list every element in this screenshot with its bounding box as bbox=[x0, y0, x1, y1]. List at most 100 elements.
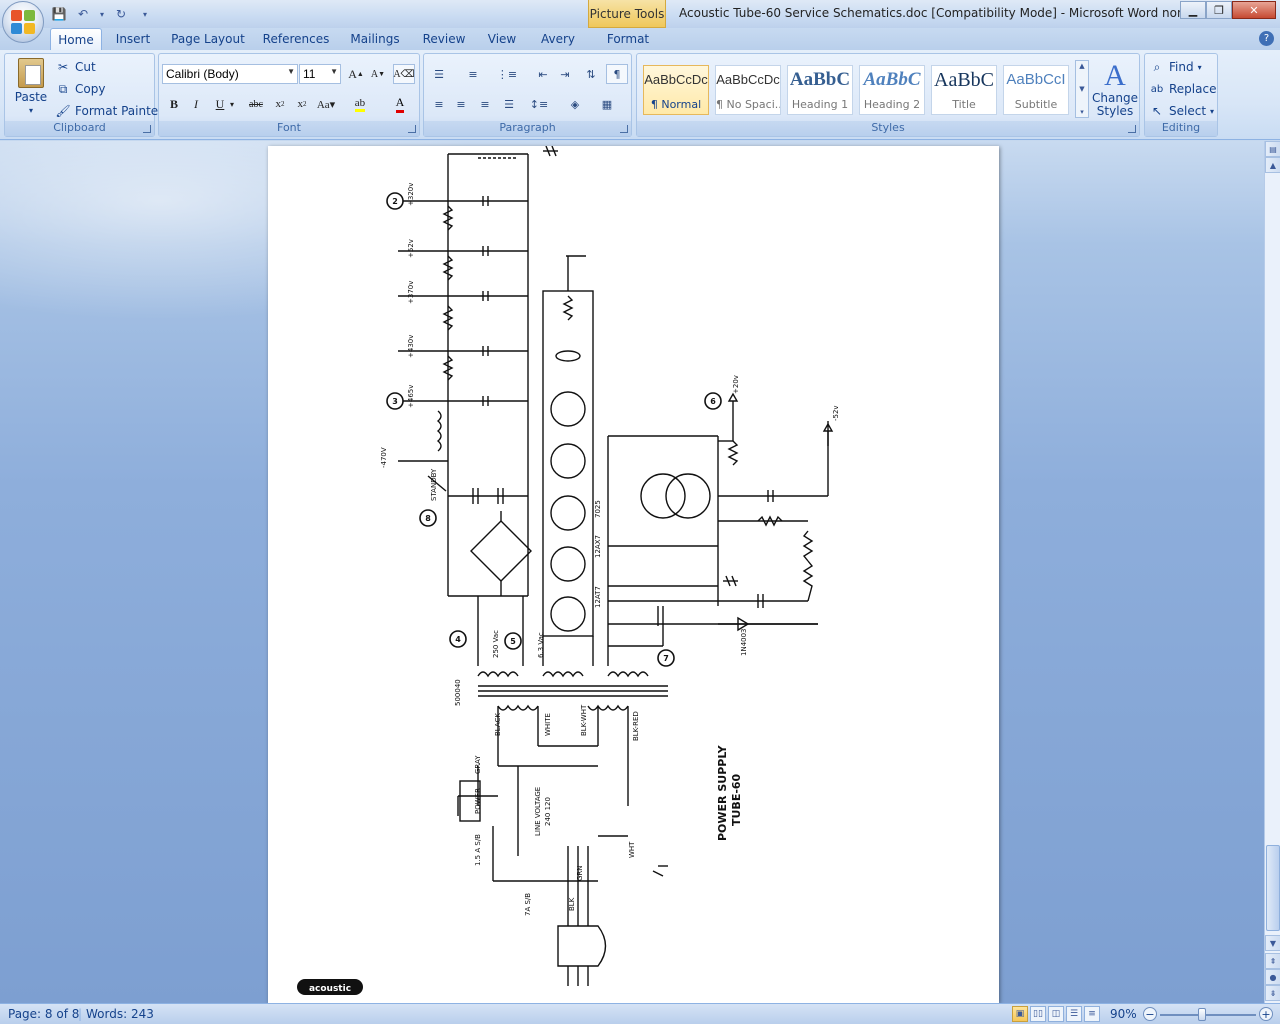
label-line-voltage: LINE VOLTAGE bbox=[534, 787, 542, 836]
line-spacing-button[interactable]: ↕≡ bbox=[528, 94, 550, 114]
align-right-button[interactable]: ≡ bbox=[474, 94, 496, 114]
style-title[interactable]: AaBbC Title bbox=[931, 65, 997, 115]
page-indicator[interactable]: Page: 8 of 8 bbox=[8, 1007, 79, 1021]
full-screen-reading-icon[interactable]: ▯▯ bbox=[1030, 1006, 1046, 1022]
shrink-font-button[interactable]: A ▼ bbox=[367, 64, 389, 84]
tab-mailings[interactable]: Mailings bbox=[344, 28, 406, 50]
numbering-button[interactable]: ≡ bbox=[462, 64, 484, 84]
outline-view-icon[interactable]: ☰ bbox=[1066, 1006, 1082, 1022]
browse-object-icon[interactable]: ● bbox=[1265, 969, 1280, 985]
style-subtitle[interactable]: AaBbCcI Subtitle bbox=[1003, 65, 1069, 115]
tab-home[interactable]: Home bbox=[50, 28, 102, 50]
borders-button[interactable]: ▦ bbox=[596, 94, 618, 114]
grow-font-button[interactable]: A ▲ bbox=[345, 64, 367, 84]
zoom-level[interactable]: 90% bbox=[1110, 1007, 1137, 1021]
draft-view-icon[interactable]: ≡ bbox=[1084, 1006, 1100, 1022]
tab-insert[interactable]: Insert bbox=[108, 28, 158, 50]
tab-avery[interactable]: Avery bbox=[534, 28, 582, 50]
bold-button[interactable]: B bbox=[163, 94, 185, 114]
copy-icon: ⧉ bbox=[58, 81, 68, 96]
justify-button[interactable]: ☰ bbox=[498, 94, 520, 114]
style-sample: AaBbC bbox=[789, 69, 851, 90]
status-bar: Page: 8 of 8 | Words: 243 ▣ ▯▯ ◫ ☰ ≡ 90%… bbox=[0, 1003, 1280, 1024]
clipboard-launcher-icon[interactable] bbox=[143, 125, 151, 133]
save-icon[interactable]: 💾 bbox=[50, 5, 68, 23]
zoom-out-icon[interactable]: − bbox=[1143, 1007, 1157, 1021]
subscript-button[interactable]: x2 bbox=[269, 94, 291, 114]
label-gray: GRAY bbox=[474, 755, 482, 774]
tab-review[interactable]: Review bbox=[416, 28, 472, 50]
label-tube-7025: 7025 bbox=[594, 500, 602, 518]
help-icon[interactable]: ? bbox=[1259, 31, 1274, 46]
style-heading-1[interactable]: AaBbC Heading 1 bbox=[787, 65, 853, 115]
find-button[interactable]: ⌕ Find ▾ bbox=[1149, 59, 1202, 75]
zoom-in-icon[interactable]: + bbox=[1259, 1007, 1273, 1021]
paste-button[interactable]: Paste ▾ bbox=[11, 58, 51, 120]
replace-button[interactable]: ab Replace bbox=[1149, 81, 1217, 97]
clear-formatting-button[interactable]: A⌫ bbox=[393, 64, 415, 84]
undo-icon[interactable]: ↶ bbox=[74, 5, 92, 23]
align-left-button[interactable]: ≡ bbox=[428, 94, 450, 114]
align-center-button[interactable]: ≡ bbox=[450, 94, 472, 114]
label-b370: +370v bbox=[407, 281, 415, 304]
label-white: WHITE bbox=[544, 713, 552, 736]
tab-format[interactable]: Format bbox=[598, 28, 658, 50]
tab-page-layout[interactable]: Page Layout bbox=[168, 28, 248, 50]
paragraph-launcher-icon[interactable] bbox=[620, 125, 628, 133]
scroll-thumb[interactable] bbox=[1266, 845, 1280, 931]
styles-launcher-icon[interactable] bbox=[1128, 125, 1136, 133]
next-page-icon[interactable]: ⇟ bbox=[1265, 985, 1280, 1001]
sort-button[interactable]: ⇅ bbox=[580, 64, 602, 84]
web-layout-icon[interactable]: ◫ bbox=[1048, 1006, 1064, 1022]
decrease-indent-button[interactable]: ⇤ bbox=[532, 64, 554, 84]
change-case-button[interactable]: Aa▾ bbox=[315, 94, 337, 114]
styles-gallery-scroll[interactable]: ▲ ▼ ▾ bbox=[1075, 60, 1089, 118]
style-sample: AaBbC bbox=[863, 69, 921, 90]
label-neg470: -470V bbox=[380, 447, 388, 468]
copy-button[interactable]: ⧉ Copy bbox=[55, 81, 106, 97]
print-layout-view-icon[interactable]: ▣ bbox=[1012, 1006, 1028, 1022]
restore-button[interactable]: ❐ bbox=[1206, 1, 1232, 19]
zoom-slider-thumb[interactable] bbox=[1198, 1008, 1206, 1021]
paste-icon bbox=[18, 58, 44, 88]
bullets-button[interactable]: ☰ bbox=[428, 64, 450, 84]
change-styles-button[interactable]: A Change Styles bbox=[1092, 60, 1138, 122]
multilevel-list-button[interactable]: ⋮≡ bbox=[496, 64, 518, 84]
tab-references[interactable]: References bbox=[258, 28, 334, 50]
increase-indent-button[interactable]: ⇥ bbox=[554, 64, 576, 84]
shading-button[interactable]: ◈ bbox=[564, 94, 586, 114]
word-count[interactable]: Words: 243 bbox=[86, 1007, 154, 1021]
customize-qat-icon[interactable]: ▾ bbox=[136, 5, 154, 23]
show-hide-button[interactable]: ¶ bbox=[606, 64, 628, 84]
select-button[interactable]: ↖ Select ▾ bbox=[1149, 103, 1214, 119]
strikethrough-button[interactable]: abc bbox=[245, 94, 267, 114]
style-normal[interactable]: AaBbCcDc ¶ Normal bbox=[643, 65, 709, 115]
font-size-combo[interactable]: 11 ▼ bbox=[299, 64, 341, 84]
dropdown-arrow-icon[interactable]: ▾ bbox=[98, 5, 106, 23]
italic-button[interactable]: I bbox=[185, 94, 207, 114]
scroll-up-icon[interactable]: ▲ bbox=[1265, 157, 1280, 173]
superscript-button[interactable]: x2 bbox=[291, 94, 313, 114]
tab-view[interactable]: View bbox=[480, 28, 524, 50]
format-painter-button[interactable]: 🖌 Format Painter bbox=[55, 103, 163, 119]
minimize-button[interactable]: ▁ bbox=[1180, 1, 1206, 19]
style-heading-2[interactable]: AaBbC Heading 2 bbox=[859, 65, 925, 115]
font-color-button[interactable]: A bbox=[389, 94, 411, 114]
vertical-scrollbar[interactable]: ▤ ▲ ▼ ⇞ ● ⇟ bbox=[1264, 141, 1280, 1003]
schematic-image[interactable]: +320v +52v +370v +430v +465v -470V STAND… bbox=[268, 146, 999, 1003]
scroll-down-icon[interactable]: ▼ bbox=[1265, 935, 1280, 951]
underline-dropdown-icon[interactable]: ▾ bbox=[227, 94, 237, 114]
zoom-slider[interactable] bbox=[1160, 1014, 1256, 1016]
previous-page-icon[interactable]: ⇞ bbox=[1265, 953, 1280, 969]
label-neg52: -52v bbox=[832, 405, 840, 421]
redo-icon[interactable]: ↻ bbox=[112, 5, 130, 23]
cut-button[interactable]: ✂ Cut bbox=[55, 59, 96, 75]
highlight-button[interactable]: ab bbox=[349, 94, 371, 114]
style-no-spacing[interactable]: AaBbCcDc ¶ No Spaci... bbox=[715, 65, 781, 115]
document-page[interactable]: +320v +52v +370v +430v +465v -470V STAND… bbox=[268, 146, 999, 1003]
ruler-toggle-icon[interactable]: ▤ bbox=[1265, 141, 1280, 157]
close-button[interactable]: ✕ bbox=[1232, 1, 1276, 19]
font-name-combo[interactable]: Calibri (Body) ▼ bbox=[162, 64, 298, 84]
office-button[interactable] bbox=[2, 1, 44, 43]
font-launcher-icon[interactable] bbox=[408, 125, 416, 133]
